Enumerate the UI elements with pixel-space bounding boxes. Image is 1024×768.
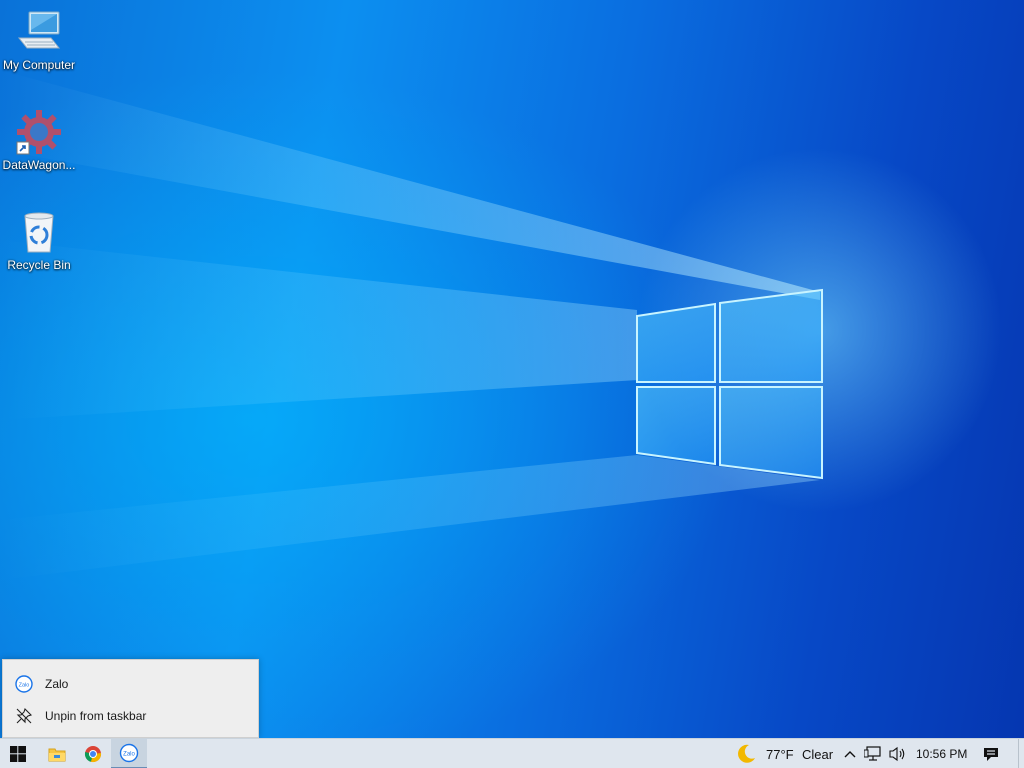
taskbar-zalo[interactable]: Zalo bbox=[111, 739, 147, 768]
jump-list-item-label: Unpin from taskbar bbox=[45, 709, 147, 723]
network-button[interactable] bbox=[862, 739, 884, 768]
desktop-icon-my-computer[interactable]: My Computer bbox=[0, 8, 78, 72]
desktop: My Computer DataWagon... Recycle Bin Zal… bbox=[0, 0, 1024, 768]
computer-icon bbox=[15, 8, 63, 56]
jump-list-item-unpin[interactable]: Unpin from taskbar bbox=[3, 701, 258, 731]
action-center-button[interactable] bbox=[975, 739, 1007, 768]
clock[interactable]: 10:56 PM bbox=[916, 739, 967, 768]
zalo-icon: Zalo bbox=[119, 743, 139, 763]
taskbar-jump-list: Zalo Zalo Unpin from taskbar bbox=[2, 659, 259, 738]
network-icon bbox=[864, 746, 881, 761]
desktop-icon-datawagon[interactable]: DataWagon... bbox=[0, 108, 78, 172]
desktop-icon-recycle-bin[interactable]: Recycle Bin bbox=[0, 208, 78, 272]
taskbar-file-explorer[interactable] bbox=[39, 739, 75, 768]
taskbar-chrome[interactable] bbox=[75, 739, 111, 768]
chrome-icon bbox=[84, 746, 102, 763]
weather-condition[interactable]: Clear bbox=[802, 739, 833, 768]
volume-button[interactable] bbox=[886, 739, 910, 768]
taskbar: Zalo 77°F Clear 10:56 PM bbox=[0, 738, 1024, 768]
speaker-icon bbox=[889, 746, 905, 762]
svg-text:Zalo: Zalo bbox=[123, 751, 135, 757]
show-desktop-button[interactable] bbox=[1018, 739, 1024, 768]
weather-widget-icon[interactable] bbox=[732, 739, 760, 768]
datawagon-gear-icon bbox=[15, 108, 63, 156]
windows-start-icon bbox=[10, 746, 26, 762]
show-hidden-icons-button[interactable] bbox=[840, 739, 860, 768]
chevron-up-icon bbox=[844, 751, 856, 758]
start-button[interactable] bbox=[0, 739, 36, 768]
desktop-icon-label: My Computer bbox=[2, 58, 76, 72]
desktop-icon-label: DataWagon... bbox=[2, 158, 76, 172]
wallpaper-light-beams bbox=[0, 70, 820, 580]
folder-icon bbox=[48, 748, 66, 762]
notifications-icon bbox=[984, 747, 998, 761]
svg-text:Zalo: Zalo bbox=[19, 682, 30, 688]
moon-icon bbox=[738, 744, 755, 763]
jump-list-item-zalo[interactable]: Zalo Zalo bbox=[3, 669, 258, 699]
zalo-icon: Zalo bbox=[15, 675, 33, 693]
windows-logo-wallpaper bbox=[636, 288, 823, 480]
weather-temperature[interactable]: 77°F bbox=[766, 739, 794, 768]
recycle-bin-icon bbox=[15, 208, 63, 256]
unpin-icon bbox=[15, 707, 33, 725]
desktop-icon-label: Recycle Bin bbox=[7, 258, 71, 272]
jump-list-item-label: Zalo bbox=[45, 677, 69, 691]
